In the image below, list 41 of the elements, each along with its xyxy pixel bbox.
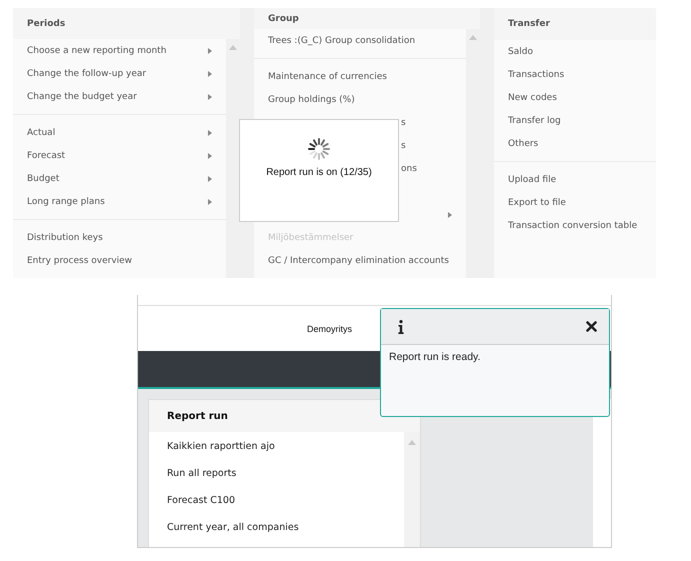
menu-item[interactable]: Group holdings (%) [254, 88, 466, 111]
scrollbar[interactable] [404, 432, 420, 547]
info-icon [398, 320, 404, 334]
menu-item[interactable]: Transfer log [494, 109, 656, 132]
menu-item[interactable]: Transactions [494, 63, 656, 86]
scroll-up-icon[interactable] [469, 35, 477, 40]
panel-title: Report run [149, 400, 420, 432]
menu-item[interactable]: Change the budget year [13, 85, 226, 108]
menu-item[interactable]: Upload file [494, 168, 656, 191]
menu-item[interactable]: Maintenance of currencies [254, 65, 466, 88]
column-title: Group [254, 8, 480, 29]
menu-item[interactable]: Forecast [13, 144, 226, 167]
menu-item[interactable]: Distribution keys [13, 226, 226, 249]
menu-item[interactable]: Export to file [494, 191, 656, 214]
menu-item[interactable]: Transaction conversion table [494, 214, 656, 237]
scrollbar[interactable] [466, 29, 480, 278]
report-item[interactable]: Kaikkien raporttien ajo [149, 433, 404, 460]
menu-item[interactable]: Saldo [494, 40, 656, 63]
menu-item[interactable]: Entry process overview [13, 249, 226, 272]
menu-item[interactable]: Actual [13, 121, 226, 144]
menu-item[interactable]: Change the follow-up year [13, 62, 226, 85]
scroll-up-icon[interactable] [408, 440, 416, 445]
menu-item[interactable]: Choose a new reporting month [13, 39, 226, 62]
progress-message: Report run is on (12/35) [266, 167, 372, 178]
report-item[interactable]: Run all reports [149, 460, 404, 487]
notification-message: Report run is ready. [388, 350, 482, 365]
close-icon[interactable] [586, 321, 597, 332]
menu-item[interactable]: GC / Intercompany elimination accounts [254, 249, 466, 272]
column-title: Periods [13, 8, 240, 39]
scrollbar[interactable] [226, 39, 240, 278]
menu-item[interactable]: New codes [494, 86, 656, 109]
column-title: Transfer [494, 8, 656, 40]
company-name[interactable]: Demoyritys [307, 324, 352, 334]
menu-item[interactable]: Budget [13, 167, 226, 190]
scroll-up-icon[interactable] [229, 45, 237, 50]
report-item[interactable]: Current year, all companies [149, 514, 404, 541]
loading-spinner-icon [307, 137, 331, 161]
menu-item[interactable]: Long range plans [13, 190, 226, 213]
menu-item[interactable]: Others [494, 132, 656, 155]
report-item[interactable]: Forecast C100 [149, 487, 404, 514]
menu-item[interactable]: Trees :(G_C) Group consolidation [254, 29, 466, 52]
